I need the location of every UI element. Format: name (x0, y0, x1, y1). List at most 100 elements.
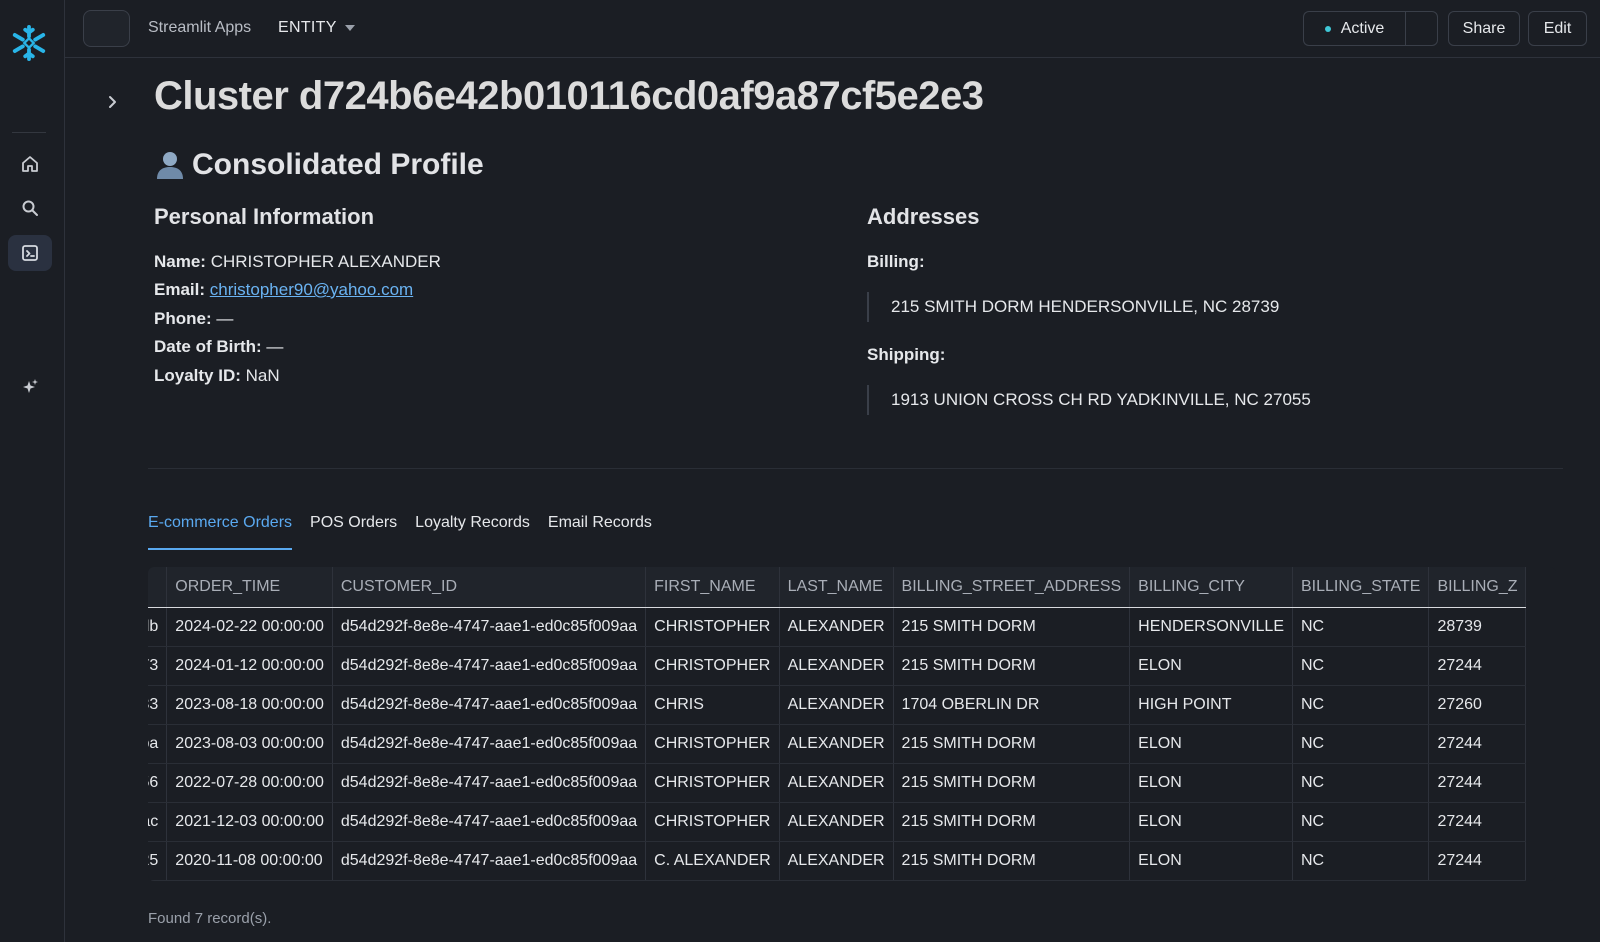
table-cell[interactable]: NC (1292, 841, 1430, 881)
snowflake-logo-icon[interactable] (10, 24, 48, 62)
table-cell[interactable]: 4d525 (148, 841, 168, 881)
table-cell[interactable]: 215 SMITH DORM (893, 802, 1131, 842)
table-cell[interactable]: d54d292f-8e8e-4747-aae1-ed0c85f009aa (332, 607, 647, 647)
table-cell[interactable]: CHRISTOPHER (645, 802, 780, 842)
table-cell[interactable]: 28739 (1428, 607, 1527, 647)
tab-email-records[interactable]: Email Records (548, 514, 652, 550)
tab-loyalty-records[interactable]: Loyalty Records (415, 514, 530, 550)
table-cell[interactable]: ELON (1129, 646, 1293, 686)
phone-value: — (216, 309, 234, 328)
table-row[interactable]: 0931ddb 2024-02-22 00:00:00 d54d292f-8e8… (148, 607, 1527, 647)
table-cell[interactable]: 27244 (1428, 802, 1527, 842)
table-cell[interactable]: HIGH POINT (1129, 685, 1293, 725)
table-cell[interactable]: NC (1292, 724, 1430, 764)
table-row[interactable]: f7aac 2021-12-03 00:00:00 d54d292f-8e8e-… (148, 802, 1527, 842)
table-cell[interactable]: NC (1292, 646, 1430, 686)
table-cell[interactable]: 27260 (1428, 685, 1527, 725)
table-cell[interactable]: 27244 (1428, 646, 1527, 686)
table-cell[interactable]: f7aac (148, 802, 168, 842)
table-cell[interactable]: d54d292f-8e8e-4747-aae1-ed0c85f009aa (332, 763, 647, 803)
table-cell[interactable]: CHRISTOPHER (645, 724, 780, 764)
table-cell[interactable]: 2022-07-28 00:00:00 (166, 763, 333, 803)
table-row[interactable]: 204bba 2023-08-03 00:00:00 d54d292f-8e8e… (148, 724, 1527, 764)
table-cell[interactable]: NC (1292, 763, 1430, 803)
table-cell[interactable]: ELON (1129, 763, 1293, 803)
table-cell[interactable]: 2020-11-08 00:00:00 (166, 841, 333, 881)
table-cell[interactable]: ac8356 (148, 763, 168, 803)
table-cell[interactable]: ALEXANDER (779, 841, 894, 881)
table-cell[interactable]: CHRISTOPHER (645, 763, 780, 803)
table-cell[interactable]: ALEXANDER (779, 607, 894, 647)
table-cell[interactable]: C. ALEXANDER (645, 841, 780, 881)
table-row[interactable]: 7fbdf73 2024-01-12 00:00:00 d54d292f-8e8… (148, 646, 1527, 686)
table-row[interactable]: 9a1d33 2023-08-18 00:00:00 d54d292f-8e8e… (148, 685, 1527, 725)
column-header[interactable] (148, 567, 168, 608)
table-cell[interactable]: 215 SMITH DORM (893, 724, 1131, 764)
table-cell[interactable]: CHRISTOPHER (645, 607, 780, 647)
active-status-dropdown[interactable] (1405, 11, 1438, 46)
table-cell[interactable]: 2023-08-03 00:00:00 (166, 724, 333, 764)
column-header[interactable]: BILLING_Z (1428, 567, 1527, 608)
table-cell[interactable]: ALEXANDER (779, 646, 894, 686)
breadcrumb-streamlit-apps[interactable]: Streamlit Apps (148, 19, 251, 37)
column-header[interactable]: ORDER_TIME (166, 567, 333, 608)
table-cell[interactable]: d54d292f-8e8e-4747-aae1-ed0c85f009aa (332, 724, 647, 764)
column-header[interactable]: BILLING_STREET_ADDRESS (893, 567, 1131, 608)
table-cell[interactable]: 9a1d33 (148, 685, 168, 725)
table-cell[interactable]: 215 SMITH DORM (893, 646, 1131, 686)
table-cell[interactable]: CHRISTOPHER (645, 646, 780, 686)
table-cell[interactable]: 0931ddb (148, 607, 168, 647)
edit-button[interactable]: Edit (1528, 11, 1587, 46)
active-status-button[interactable]: Active (1303, 11, 1405, 46)
table-cell[interactable]: HENDERSONVILLE (1129, 607, 1293, 647)
table-cell[interactable]: NC (1292, 802, 1430, 842)
table-cell[interactable]: ELON (1129, 724, 1293, 764)
email-link[interactable]: christopher90@yahoo.com (210, 280, 413, 299)
chevron-right-icon[interactable] (104, 94, 120, 110)
table-cell[interactable]: ALEXANDER (779, 763, 894, 803)
nav-home[interactable] (8, 146, 52, 182)
sidebar-toggle-button[interactable] (83, 10, 130, 47)
column-header[interactable]: BILLING_CITY (1129, 567, 1293, 608)
table-cell[interactable]: NC (1292, 607, 1430, 647)
table-cell[interactable]: 215 SMITH DORM (893, 607, 1131, 647)
column-header[interactable]: BILLING_STATE (1292, 567, 1430, 608)
tab-ecommerce-orders[interactable]: E-commerce Orders (148, 514, 293, 550)
table-cell[interactable]: ELON (1129, 802, 1293, 842)
table-row[interactable]: ac8356 2022-07-28 00:00:00 d54d292f-8e8e… (148, 763, 1527, 803)
table-cell[interactable]: 27244 (1428, 841, 1527, 881)
nav-ai[interactable] (8, 369, 52, 405)
column-header[interactable]: FIRST_NAME (645, 567, 780, 608)
email-label: Email: (154, 280, 206, 299)
table-cell[interactable]: ELON (1129, 841, 1293, 881)
column-header[interactable]: CUSTOMER_ID (332, 567, 647, 608)
table-cell[interactable]: 2023-08-18 00:00:00 (166, 685, 333, 725)
table-cell[interactable]: ALEXANDER (779, 685, 894, 725)
table-cell[interactable]: 2024-01-12 00:00:00 (166, 646, 333, 686)
table-cell[interactable]: 215 SMITH DORM (893, 763, 1131, 803)
table-cell[interactable]: NC (1292, 685, 1430, 725)
nav-search[interactable] (8, 190, 52, 226)
table-cell[interactable]: d54d292f-8e8e-4747-aae1-ed0c85f009aa (332, 646, 647, 686)
table-cell[interactable]: 1704 OBERLIN DR (893, 685, 1131, 725)
breadcrumb-entity-dropdown[interactable]: ENTITY (278, 19, 355, 37)
nav-projects[interactable] (8, 235, 52, 271)
table-cell[interactable]: 27244 (1428, 763, 1527, 803)
table-cell[interactable]: 215 SMITH DORM (893, 841, 1131, 881)
table-cell[interactable]: CHRIS (645, 685, 780, 725)
table-cell[interactable]: 2024-02-22 00:00:00 (166, 607, 333, 647)
share-button[interactable]: Share (1448, 11, 1520, 46)
table-cell[interactable]: d54d292f-8e8e-4747-aae1-ed0c85f009aa (332, 841, 647, 881)
table-cell[interactable]: 7fbdf73 (148, 646, 168, 686)
table-cell[interactable]: ALEXANDER (779, 802, 894, 842)
table-row[interactable]: 4d525 2020-11-08 00:00:00 d54d292f-8e8e-… (148, 841, 1527, 881)
table-cell[interactable]: d54d292f-8e8e-4747-aae1-ed0c85f009aa (332, 685, 647, 725)
table-cell[interactable]: d54d292f-8e8e-4747-aae1-ed0c85f009aa (332, 802, 647, 842)
orders-table-container[interactable]: ORDER_TIME CUSTOMER_ID FIRST_NAME LAST_N… (148, 567, 1556, 881)
table-cell[interactable]: 204bba (148, 724, 168, 764)
column-header[interactable]: LAST_NAME (779, 567, 894, 608)
table-cell[interactable]: 2021-12-03 00:00:00 (166, 802, 333, 842)
table-cell[interactable]: ALEXANDER (779, 724, 894, 764)
tab-pos-orders[interactable]: POS Orders (310, 514, 397, 550)
table-cell[interactable]: 27244 (1428, 724, 1527, 764)
